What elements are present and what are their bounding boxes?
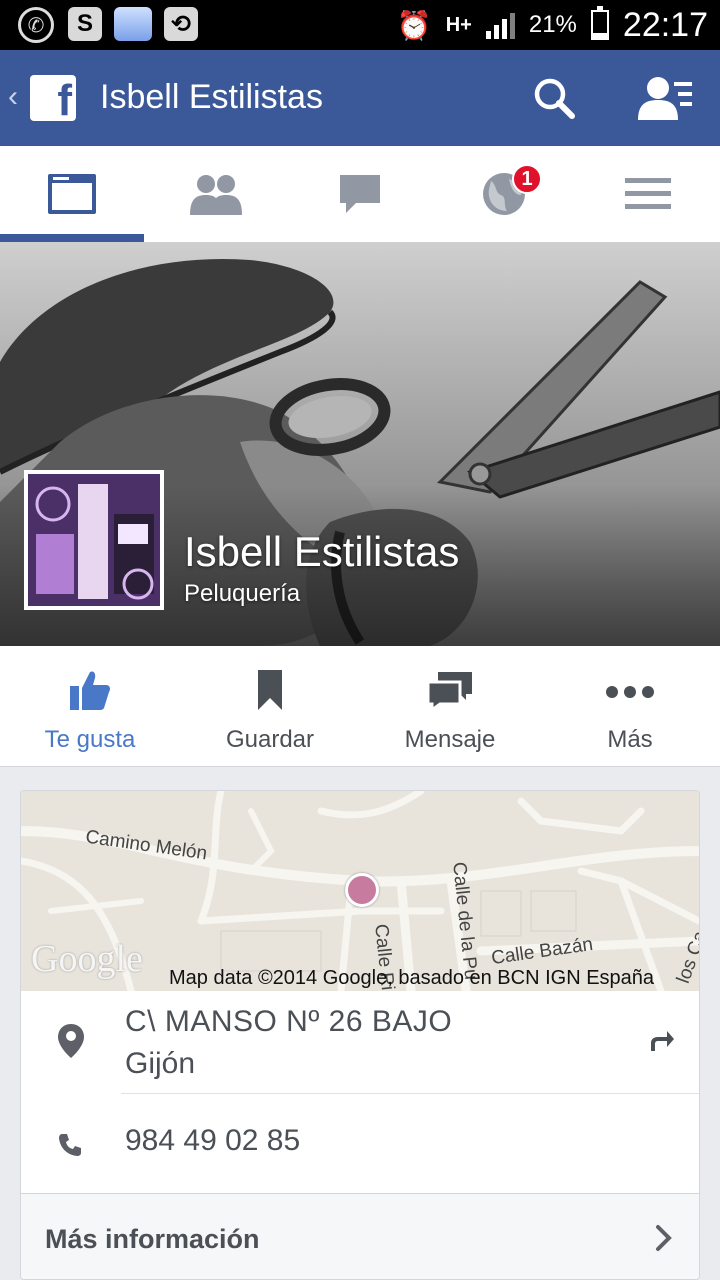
page-icon <box>48 174 96 214</box>
cover-page-name: Isbell Estilistas <box>184 528 460 575</box>
phone-icon <box>59 1134 81 1156</box>
chat-bubble-icon <box>340 175 380 213</box>
like-button[interactable]: Te gusta <box>0 646 180 766</box>
friends-icon <box>190 175 242 215</box>
tab-page[interactable] <box>0 146 144 242</box>
profile-picture[interactable] <box>24 470 164 610</box>
notification-badge: 1 <box>512 164 542 194</box>
tab-messages[interactable] <box>288 146 432 242</box>
bookmark-icon <box>258 670 282 710</box>
phone-number: 984 49 02 85 <box>125 1124 301 1157</box>
phone-row[interactable]: 984 49 02 85 <box>21 1094 699 1193</box>
like-label: Te gusta <box>44 726 136 753</box>
profile-picture-image <box>28 474 160 606</box>
app-header: ‹ f Isbell Estilistas <box>0 50 720 146</box>
tab-friends[interactable] <box>144 146 288 242</box>
directions-icon[interactable] <box>649 1029 675 1053</box>
skype-icon: S <box>68 7 102 41</box>
sync-icon: ⟲ <box>164 7 198 41</box>
location-pin-icon <box>345 873 379 907</box>
search-icon[interactable] <box>532 76 576 120</box>
chevron-right-icon <box>656 1225 672 1251</box>
more-info-row[interactable]: Más información <box>21 1193 699 1279</box>
status-bar: ✆ S ⟲ ⏰ H+ 21% 22:17 <box>0 0 720 50</box>
more-label: Más <box>607 726 653 753</box>
more-info-label: Más información <box>45 1224 260 1254</box>
active-tab-indicator <box>0 234 144 242</box>
message-icon <box>426 672 472 712</box>
map-credit: Map data ©2014 Google, basado en BCN IGN… <box>169 967 655 989</box>
facebook-logo-icon[interactable]: f <box>30 75 76 121</box>
whatsapp-icon: ✆ <box>18 7 54 43</box>
address-row[interactable]: C\ MANSO Nº 26 BAJO Gijón <box>21 991 699 1093</box>
address-street: C\ MANSO Nº 26 BAJO <box>125 1005 453 1038</box>
map-marker-icon <box>58 1024 84 1058</box>
tab-notifications[interactable] <box>432 146 576 242</box>
tab-menu[interactable] <box>576 146 720 242</box>
more-button[interactable]: Más <box>540 646 720 766</box>
back-chevron-icon[interactable]: ‹ <box>8 80 18 114</box>
google-logo: Google <box>31 938 143 980</box>
clock: 22:17 <box>622 5 708 44</box>
friend-requests-icon[interactable] <box>638 74 694 122</box>
chat-app-icon <box>114 7 152 41</box>
message-button[interactable]: Mensaje <box>360 646 540 766</box>
save-label: Guardar <box>225 726 315 753</box>
save-button[interactable]: Guardar <box>180 646 360 766</box>
alarm-icon: ⏰ <box>396 9 432 41</box>
signal-icon <box>485 11 515 39</box>
battery-percent: 21% <box>528 11 577 38</box>
action-bar: Te gusta Guardar Mensaje Más <box>0 646 720 767</box>
battery-icon <box>590 6 609 40</box>
hamburger-menu-icon <box>625 178 671 209</box>
network-type: H+ <box>445 13 472 36</box>
page-title: Isbell Estilistas <box>100 78 323 116</box>
tab-bar: 1 <box>0 146 720 243</box>
page-category: Peluquería <box>184 580 301 607</box>
thumbs-up-icon <box>70 671 110 710</box>
info-card: Camino Melón Calle Rioja Calle de la Pu … <box>20 790 700 1280</box>
more-icon <box>606 686 654 698</box>
map[interactable]: Camino Melón Calle Rioja Calle de la Pu … <box>21 791 699 991</box>
address-city: Gijón <box>125 1047 196 1080</box>
salon-storefront-image <box>28 474 160 606</box>
cover-photo[interactable]: Isbell Estilistas Peluquería <box>0 242 720 646</box>
message-label: Mensaje <box>404 726 496 753</box>
